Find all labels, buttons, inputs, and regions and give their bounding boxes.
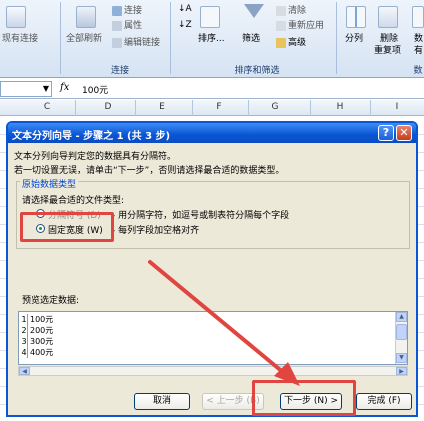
annotation-arrow	[148, 260, 300, 386]
